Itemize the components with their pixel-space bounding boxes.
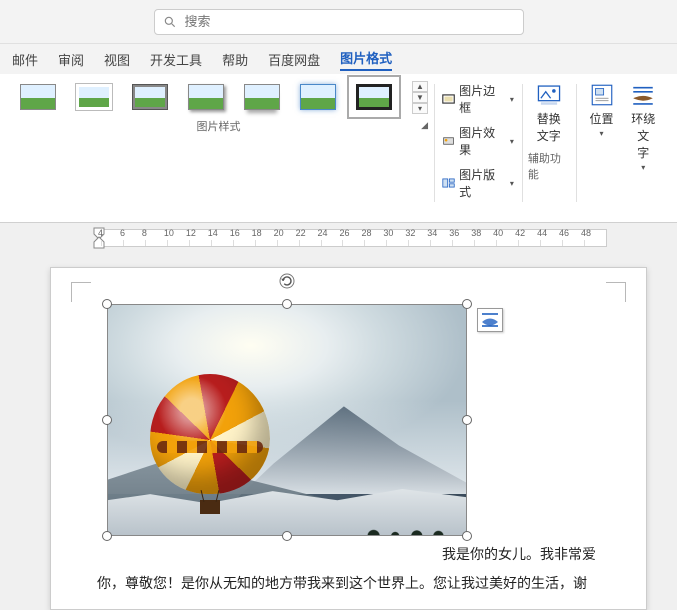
gallery-more[interactable]: ▾ — [412, 103, 428, 114]
picture-border-button[interactable]: 图片边框▾ — [442, 82, 514, 116]
text-line-1: 我是你的女儿。我非常爱 — [97, 540, 600, 569]
chevron-down-icon: ▾ — [641, 163, 645, 172]
ruler-tick: 18 — [255, 240, 277, 246]
document-text[interactable]: 我是你的女儿。我非常爱 你，尊敬您！是你从无知的地方带我来到这个世界上。您让我过… — [97, 540, 600, 599]
search-icon — [163, 15, 177, 29]
tab-review[interactable]: 审阅 — [58, 50, 84, 69]
margin-corner-tr — [606, 282, 626, 302]
resize-handle-tl[interactable] — [102, 299, 112, 309]
chevron-down-icon: ▾ — [510, 179, 514, 188]
ruler-tick: 24 — [321, 240, 343, 246]
accessibility-group-label: 辅助功能 — [528, 150, 570, 164]
alt-text-icon — [536, 82, 562, 108]
tab-dev[interactable]: 开发工具 — [150, 50, 202, 69]
ruler-tick: 22 — [299, 240, 321, 246]
ruler-tick: 16 — [233, 240, 255, 246]
group-accessibility: 替换 文字 辅助功能 — [522, 80, 576, 220]
search-box[interactable] — [154, 9, 524, 35]
styles-gallery: ▲ ▼ ▾ — [16, 80, 428, 114]
titlebar — [0, 0, 677, 44]
group-arrange: 位置▾ 环绕文 字▾ — [576, 80, 667, 220]
gallery-down[interactable]: ▼ — [412, 92, 428, 103]
tab-help[interactable]: 帮助 — [222, 50, 248, 69]
group-picture-adjust: 图片边框▾ 图片效果▾ 图片版式▾ — [434, 80, 522, 220]
wrap-icon — [630, 82, 656, 108]
selected-picture[interactable] — [107, 304, 467, 536]
group-picture-styles: ▲ ▼ ▾ 图片样式 ◢ — [10, 80, 434, 220]
position-icon — [589, 82, 615, 108]
resize-handle-br[interactable] — [462, 531, 472, 541]
tab-view[interactable]: 视图 — [104, 50, 130, 69]
style-thumb-1[interactable] — [16, 80, 60, 114]
position-button[interactable]: 位置▾ — [582, 80, 622, 174]
ruler-tick: 26 — [342, 240, 364, 246]
ruler-tick: 28 — [364, 240, 386, 246]
layout-options-icon — [481, 312, 499, 328]
resize-handle-tr[interactable] — [462, 299, 472, 309]
styles-group-label: 图片样式 — [16, 118, 421, 132]
resize-handle-b[interactable] — [282, 531, 292, 541]
horizontal-ruler[interactable]: 4681012141618202224262830323436384042444… — [100, 229, 607, 247]
wrap-text-button[interactable]: 环绕文 字▾ — [622, 80, 665, 174]
resize-handle-bl[interactable] — [102, 531, 112, 541]
effects-icon — [442, 134, 455, 148]
ruler-tick: 12 — [189, 240, 211, 246]
gallery-up[interactable]: ▲ — [412, 81, 428, 92]
ruler-tick: 38 — [474, 240, 496, 246]
tab-mail[interactable]: 邮件 — [12, 50, 38, 69]
ruler-tick: 46 — [562, 240, 584, 246]
ruler-tick: 30 — [386, 240, 408, 246]
ruler-tick: 42 — [518, 240, 540, 246]
ruler-tick: 10 — [167, 240, 189, 246]
tab-picture-format[interactable]: 图片格式 — [340, 48, 392, 71]
search-input[interactable] — [185, 14, 515, 29]
picture-effects-button[interactable]: 图片效果▾ — [442, 124, 514, 158]
ruler-tick: 32 — [408, 240, 430, 246]
style-thumb-2[interactable] — [72, 80, 116, 114]
chevron-down-icon: ▾ — [600, 129, 604, 138]
style-thumb-4[interactable] — [184, 80, 228, 114]
tab-baidu[interactable]: 百度网盘 — [268, 50, 320, 69]
ruler-tick: 48 — [584, 240, 606, 246]
style-thumb-6[interactable] — [296, 80, 340, 114]
border-icon — [442, 92, 455, 106]
resize-handle-r[interactable] — [462, 415, 472, 425]
ruler-tick: 8 — [145, 240, 167, 246]
gallery-scroll: ▲ ▼ ▾ — [412, 81, 428, 114]
ruler-tick: 34 — [430, 240, 452, 246]
style-thumb-5[interactable] — [240, 80, 284, 114]
ruler-tick: 44 — [540, 240, 562, 246]
layout-icon — [442, 176, 455, 190]
ruler-tick: 20 — [277, 240, 299, 246]
layout-options-button[interactable] — [477, 308, 503, 332]
page[interactable]: 我是你的女儿。我非常爱 你，尊敬您！是你从无知的地方带我来到这个世界上。您让我过… — [50, 267, 647, 610]
style-thumb-3[interactable] — [128, 80, 172, 114]
chevron-down-icon: ▾ — [510, 137, 514, 146]
chevron-down-icon: ▾ — [510, 95, 514, 104]
ruler-tick: 36 — [452, 240, 474, 246]
ruler-tick: 40 — [496, 240, 518, 246]
ruler-tick: 14 — [211, 240, 233, 246]
ruler-tick: 6 — [123, 240, 145, 246]
alt-text-button[interactable]: 替换 文字 — [529, 80, 569, 146]
ruler-tick: 4 — [101, 240, 123, 246]
margin-corner-tl — [71, 282, 91, 302]
text-line-2: 你，尊敬您！是你从无知的地方带我来到这个世界上。您让我过美好的生活，谢 — [97, 569, 600, 598]
picture-layout-button[interactable]: 图片版式▾ — [442, 166, 514, 200]
resize-handle-t[interactable] — [282, 299, 292, 309]
ribbon: ▲ ▼ ▾ 图片样式 ◢ 图片边框▾ 图片效果▾ 图片版式▾ — [0, 74, 677, 223]
ruler-area: 4681012141618202224262830323436384042444… — [0, 223, 677, 247]
ribbon-tabs: 邮件 审阅 视图 开发工具 帮助 百度网盘 图片格式 — [0, 44, 677, 74]
style-thumb-7[interactable] — [352, 80, 396, 114]
rotate-handle[interactable] — [278, 272, 296, 290]
resize-handle-l[interactable] — [102, 415, 112, 425]
selection-outline — [107, 304, 467, 536]
styles-dialog-launcher[interactable]: ◢ — [421, 120, 428, 131]
document-area: 我是你的女儿。我非常爱 你，尊敬您！是你从无知的地方带我来到这个世界上。您让我过… — [0, 247, 677, 610]
